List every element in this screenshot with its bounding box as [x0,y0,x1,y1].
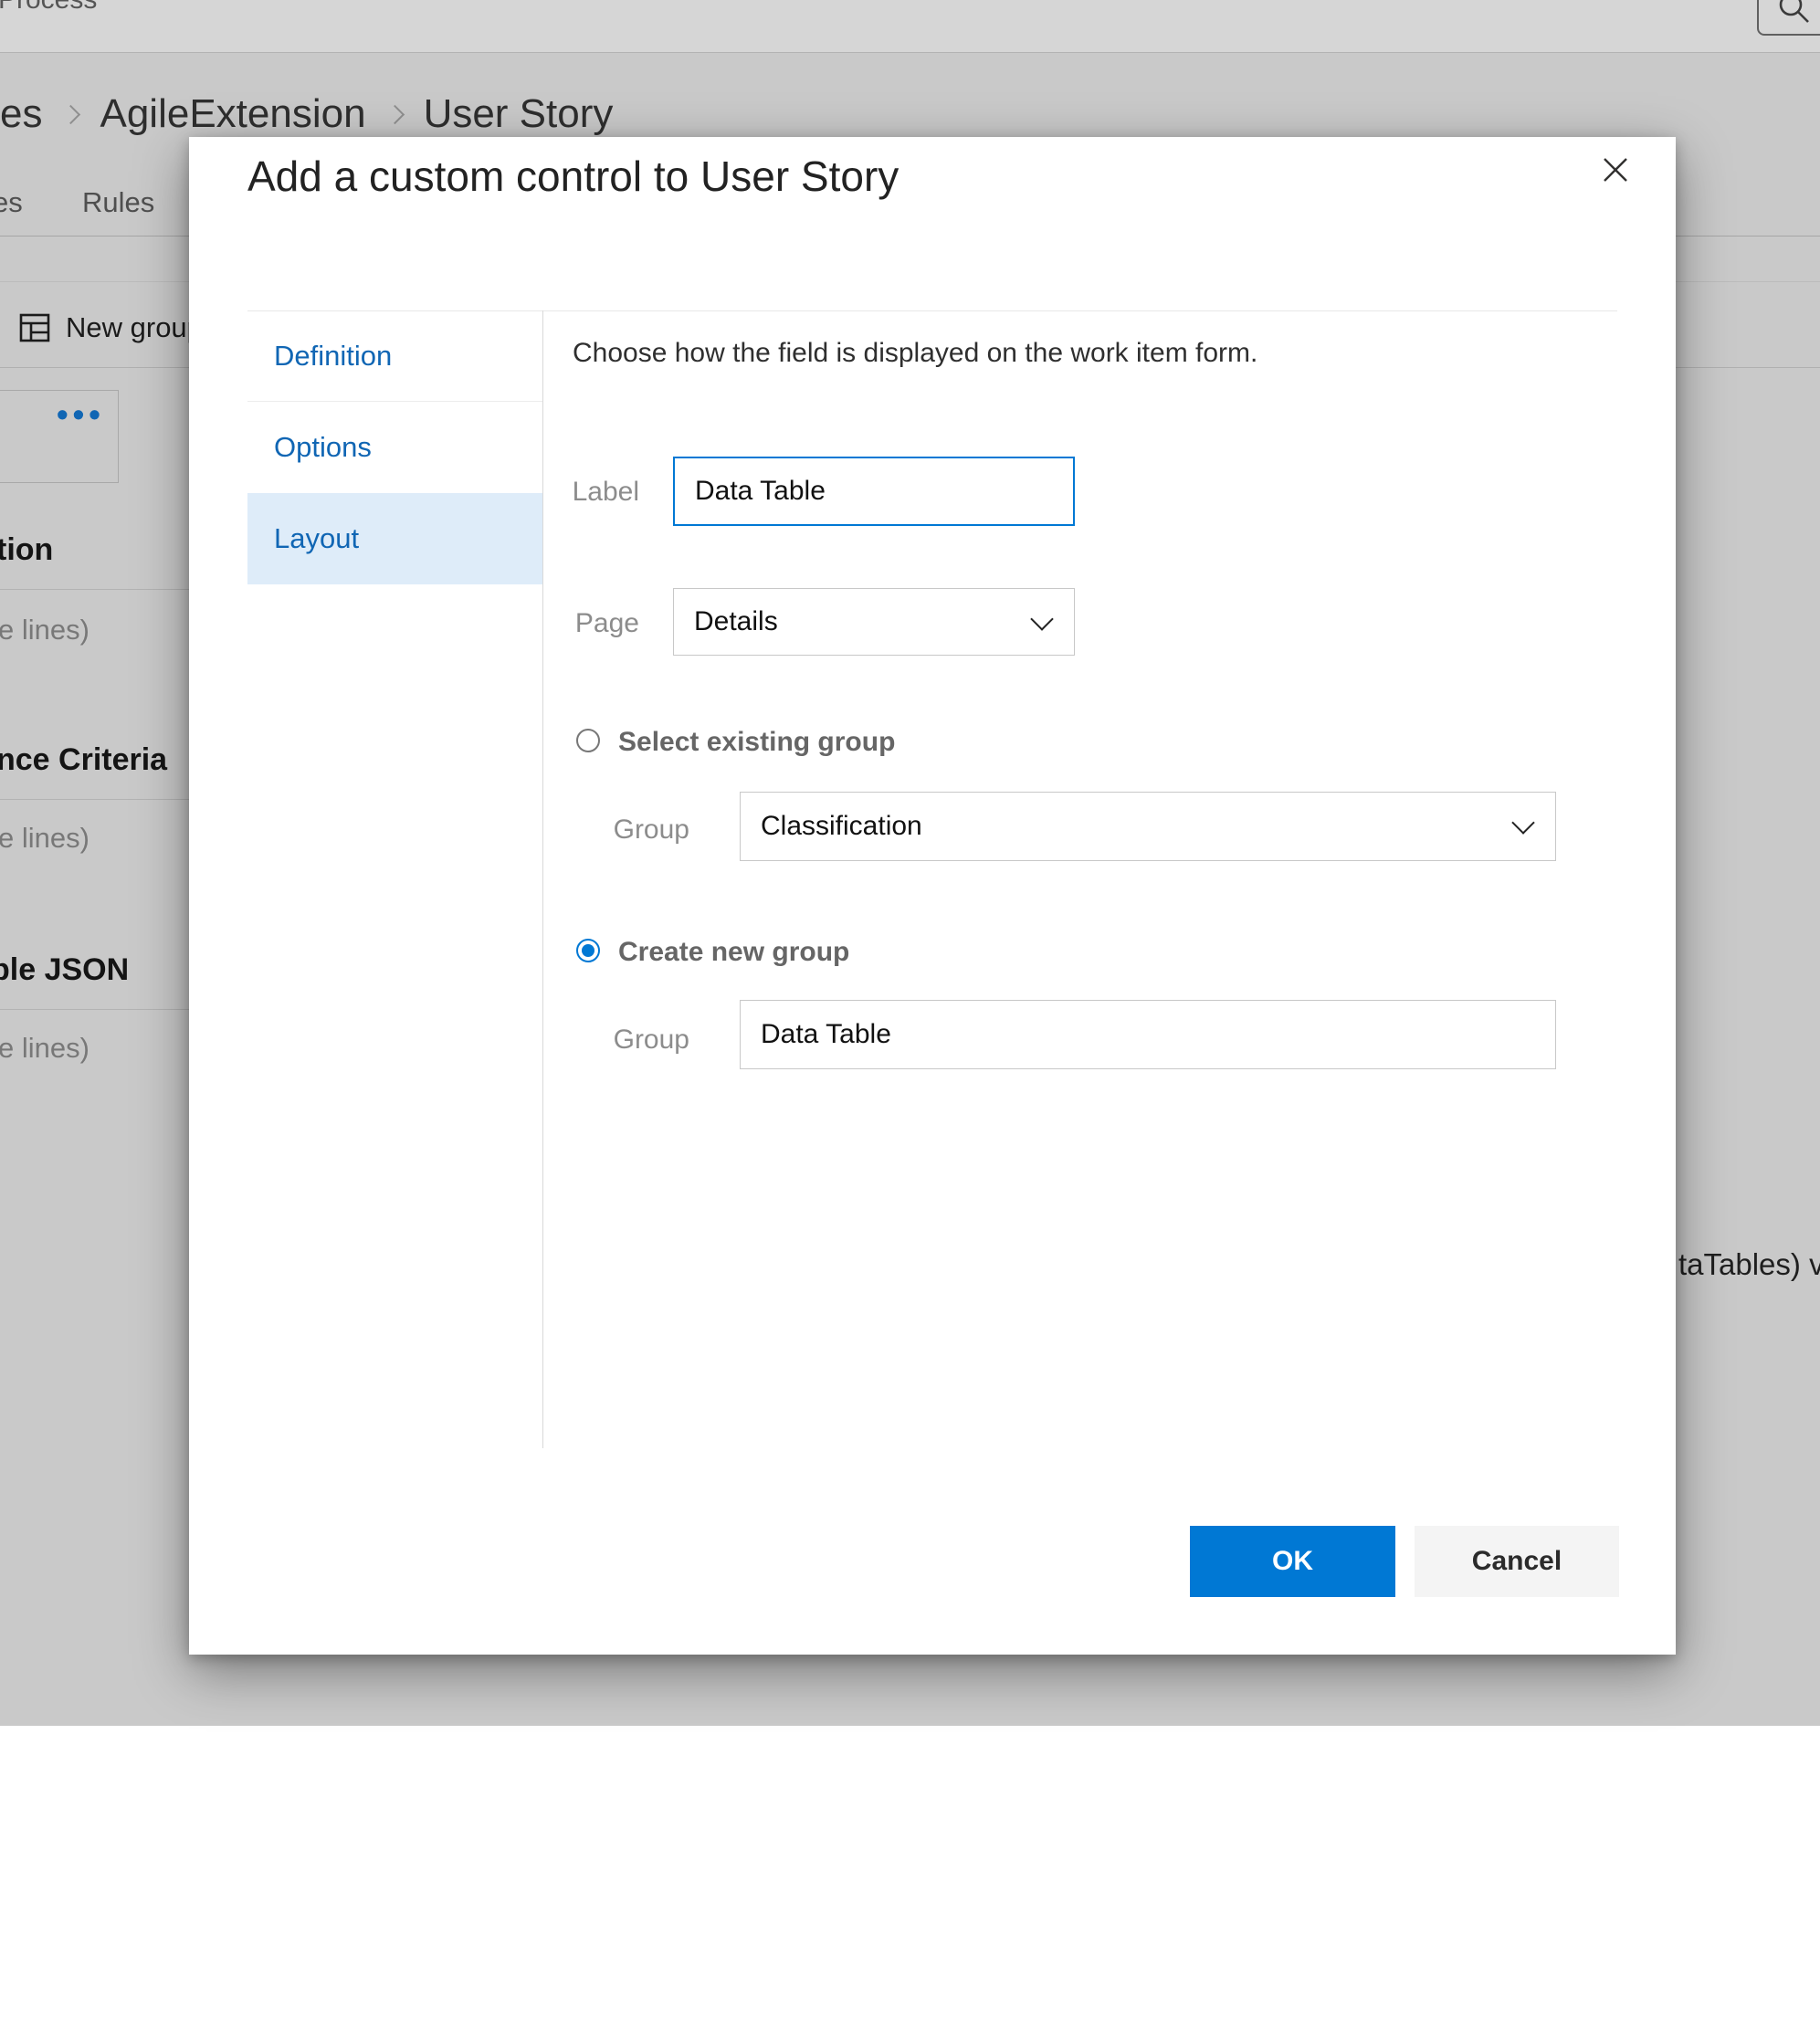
dialog-title: Add a custom control to User Story [247,152,899,201]
page-bottom-whitespace [0,1726,1820,2039]
page-tab-rules[interactable]: Rules [82,186,154,219]
select-existing-group-radio[interactable] [576,729,600,752]
dialog-tab-rail: Definition Options Layout [247,310,542,584]
existing-group-field-label: Group [541,815,689,846]
ok-button[interactable]: OK [1190,1526,1395,1597]
breadcrumb-item-user-story[interactable]: User Story [424,91,614,137]
breadcrumb-item-processes[interactable]: es [0,91,42,137]
existing-group-dropdown[interactable]: Classification [740,792,1556,861]
chevron-right-icon [61,104,80,123]
section-title-fragment: tion [0,532,53,568]
create-new-group-radio[interactable] [576,939,600,962]
section-meta-fragment: e lines) [0,1032,89,1065]
app-title: Process [0,0,97,16]
label-field-label: Label [490,477,639,508]
close-button[interactable] [1594,148,1637,192]
page-field-label: Page [490,608,639,639]
section-meta-fragment: e lines) [0,822,89,855]
new-group-name-input[interactable] [740,1000,1556,1069]
divider [0,589,194,590]
breadcrumb: es AgileExtension User Story [0,88,613,141]
divider [0,799,194,800]
page-dropdown[interactable]: Details [673,588,1075,656]
cancel-button[interactable]: Cancel [1415,1526,1619,1597]
new-group-field-label: Group [541,1025,689,1056]
close-icon [1600,154,1631,185]
divider [0,1009,194,1010]
section-title-fragment: ble JSON [0,952,129,988]
page-dropdown-value: Details [694,606,778,637]
label-input[interactable] [673,457,1075,526]
add-custom-control-dialog: Add a custom control to User Story Defin… [189,137,1676,1655]
table-grid-icon [18,311,51,344]
chevron-right-icon [384,104,404,123]
background-text-fragment: taTables) v [1678,1247,1820,1282]
top-bar: Process [0,0,1820,53]
breadcrumb-item-agileextension[interactable]: AgileExtension [100,91,365,137]
create-new-group-label[interactable]: Create new group [618,937,849,968]
new-group-label: New group [66,311,203,344]
ellipsis-menu-icon[interactable]: ••• [57,395,105,434]
select-existing-group-label[interactable]: Select existing group [618,727,895,758]
dialog-heading: Choose how the field is displayed on the… [573,338,1257,369]
chevron-down-icon [1030,607,1053,630]
page-tab-fragment[interactable]: es [0,186,23,219]
chevron-down-icon [1511,811,1534,834]
section-title-fragment: nce Criteria [0,742,167,778]
search-icon [1773,0,1815,31]
existing-group-dropdown-value: Classification [761,811,922,842]
section-meta-fragment: e lines) [0,614,89,646]
tab-definition[interactable]: Definition [247,310,542,402]
